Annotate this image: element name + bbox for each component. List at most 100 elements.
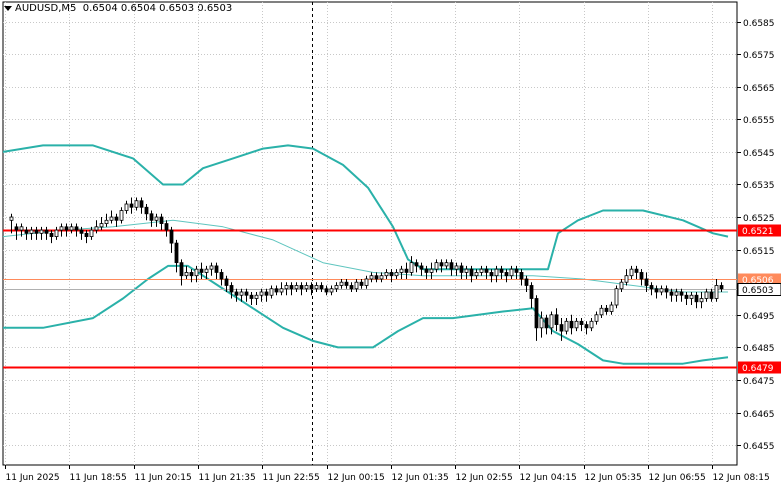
candle-body: [119, 210, 124, 221]
candle-body: [479, 268, 484, 273]
candle-body: [609, 304, 614, 312]
candle-body: [519, 272, 524, 280]
candle-body: [634, 268, 639, 273]
candle-body: [59, 226, 64, 231]
candle-body: [114, 216, 119, 221]
candle-body: [689, 294, 694, 299]
x-tick-label: 12 Jun 06:55: [649, 473, 706, 483]
candle-body: [74, 226, 79, 231]
candle-body: [699, 298, 704, 303]
candle-body: [469, 268, 474, 277]
candle-body: [229, 285, 234, 293]
candle-body: [329, 288, 334, 293]
candle-body: [549, 314, 554, 329]
candle-body: [704, 291, 709, 299]
candle-body: [279, 288, 284, 293]
candle-body: [454, 265, 459, 270]
candle-body: [684, 294, 689, 299]
candle-body: [49, 232, 54, 237]
candle-body: [219, 272, 224, 280]
x-tick-label: 12 Jun 01:35: [392, 473, 449, 483]
x-tick-label: 11 Jun 2025: [6, 473, 60, 483]
price-chart[interactable]: 0.65210.64790.65060.6503 0.65850.65750.6…: [0, 0, 781, 489]
candle-body: [604, 307, 609, 312]
candle-body: [564, 320, 569, 332]
candle-body: [124, 203, 129, 211]
bollinger-bands: [2, 144, 729, 365]
candle-body: [504, 272, 509, 277]
candle-body: [539, 317, 544, 329]
candle-body: [29, 229, 34, 234]
candle-body: [379, 275, 384, 280]
candle-body: [134, 200, 139, 208]
y-tick-label: 0.6495: [743, 312, 775, 322]
candle-body: [34, 229, 39, 234]
candle-body: [354, 281, 359, 290]
candle-body: [429, 268, 434, 273]
candle-body: [239, 291, 244, 296]
candle-body: [189, 272, 194, 277]
candle-body: [414, 262, 419, 267]
candle-body: [579, 320, 584, 325]
candle-body: [644, 278, 649, 286]
candle-body: [129, 203, 134, 208]
candle-body: [534, 298, 539, 329]
candle-body: [94, 226, 99, 231]
plot-frame: [2, 1, 738, 466]
candle-body: [714, 285, 719, 299]
candle-body: [514, 268, 519, 273]
candle-body: [554, 314, 559, 325]
candle-body: [654, 288, 659, 293]
candle-body: [669, 291, 674, 296]
x-tick-label: 11 Jun 22:55: [263, 473, 320, 483]
candle-body: [674, 291, 679, 296]
candle-body: [79, 229, 84, 234]
candle-body: [19, 226, 24, 231]
candle-body: [159, 216, 164, 224]
y-tick-label: 0.6465: [743, 410, 775, 420]
candle-body: [374, 275, 379, 280]
y-tick-label: 0.6515: [743, 247, 775, 257]
current-price-label: 0.6503: [742, 286, 774, 296]
candle-body: [199, 268, 204, 273]
candle-body: [44, 229, 49, 234]
candle-body: [709, 291, 714, 299]
candle-body: [184, 272, 189, 277]
candle-body: [619, 281, 624, 290]
x-tick-label: 11 Jun 20:15: [135, 473, 192, 483]
candle-body: [249, 294, 254, 299]
candle-body: [174, 242, 179, 264]
chart-grid: [2, 1, 738, 466]
candle-body: [639, 272, 644, 280]
candle-body: [244, 291, 249, 296]
candle-body: [459, 265, 464, 273]
x-tick-label: 12 Jun 04:15: [520, 473, 577, 483]
candle-body: [224, 278, 229, 286]
candle-body: [284, 285, 289, 290]
candle-body: [294, 285, 299, 290]
candle-body: [234, 291, 239, 296]
candle-body: [594, 314, 599, 322]
x-tick-label: 11 Jun 21:35: [199, 473, 256, 483]
candle-body: [664, 288, 669, 293]
candle-body: [719, 285, 724, 290]
candlestick-series: [9, 197, 724, 341]
candle-body: [269, 288, 274, 296]
candle-body: [434, 262, 439, 270]
y-tick-label: 0.6575: [743, 51, 775, 61]
candle-body: [139, 200, 144, 208]
candle-body: [209, 265, 214, 270]
candle-body: [264, 291, 269, 296]
candle-body: [99, 223, 104, 228]
candle-body: [214, 265, 219, 273]
candle-body: [529, 285, 534, 299]
candle-body: [484, 268, 489, 273]
level-label: 0.6479: [742, 364, 774, 374]
candle-body: [9, 216, 14, 221]
candle-body: [489, 272, 494, 277]
candle-body: [589, 320, 594, 329]
candle-body: [359, 281, 364, 286]
y-tick-label: 0.6525: [743, 214, 775, 224]
candle-body: [299, 285, 304, 290]
candle-body: [424, 268, 429, 273]
